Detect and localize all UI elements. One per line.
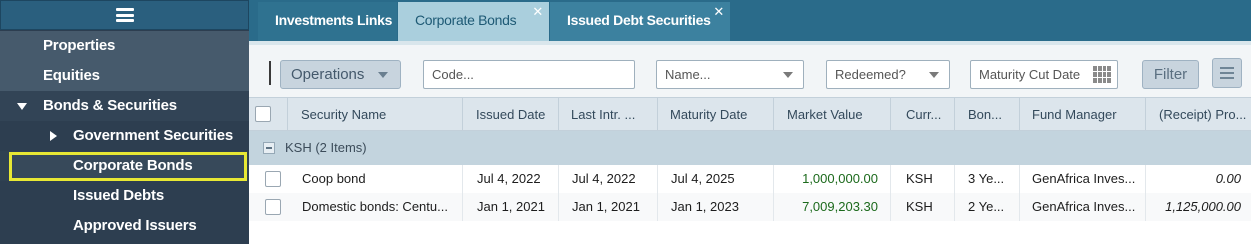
sidebar-item-label: Government Securities	[73, 127, 234, 144]
tab-investments-links[interactable]: Investments Links	[258, 2, 397, 41]
sidebar-item-issued-debts[interactable]: Issued Debts	[0, 181, 249, 211]
close-icon[interactable]: ✕	[713, 0, 724, 30]
tab-bar: Investments Links Corporate Bonds ✕ Issu…	[249, 0, 1251, 43]
column-header-security-name[interactable]: Security Name	[288, 98, 463, 131]
chevron-down-icon	[783, 72, 793, 78]
collapse-icon[interactable]	[263, 142, 275, 154]
menu-line-icon	[1220, 67, 1234, 69]
menu-line-icon	[1220, 72, 1234, 74]
triangle-right-icon	[50, 131, 57, 141]
cell-bond-term: 3 Ye...	[955, 165, 1020, 193]
sidebar-item-label: Approved Issuers	[73, 217, 197, 234]
name-placeholder: Name...	[665, 67, 711, 82]
sidebar-item-corporate-bonds[interactable]: Corporate Bonds	[0, 151, 249, 181]
corporate-bonds-grid: Security Name Issued Date Last Intr. ...…	[249, 97, 1251, 244]
sidebar-item-government-securities[interactable]: Government Securities	[0, 121, 249, 151]
sidebar-item-bonds-securities[interactable]: Bonds & Securities	[0, 91, 249, 121]
cell-receipt-proceeds: 0.00	[1215, 171, 1241, 186]
chevron-down-icon	[378, 72, 388, 78]
column-header-issued-date[interactable]: Issued Date	[463, 98, 559, 131]
row-checkbox[interactable]	[265, 199, 281, 215]
sidebar-item-label: Properties	[43, 37, 116, 54]
sidebar-item-approved-issuers[interactable]: Approved Issuers	[0, 211, 249, 241]
group-row-ksh[interactable]: KSH (2 Items)	[249, 131, 1251, 165]
cell-last-intr: Jul 4, 2022	[559, 165, 658, 193]
cell-security-name: Domestic bonds: Centu...	[288, 193, 463, 221]
redeemed-select[interactable]: Redeemed?	[826, 60, 950, 89]
menu-line-icon	[1220, 77, 1234, 79]
operations-label: Operations	[291, 66, 365, 83]
grid-header: Security Name Issued Date Last Intr. ...…	[249, 97, 1251, 131]
code-placeholder: Code...	[432, 67, 474, 82]
tab-label: Investments Links	[275, 12, 393, 28]
code-input[interactable]: Code...	[423, 60, 635, 89]
calendar-icon[interactable]	[1093, 66, 1111, 83]
redeemed-placeholder: Redeemed?	[835, 67, 906, 82]
cell-issued-date: Jul 4, 2022	[463, 165, 559, 193]
cell-security-name: Coop bond	[288, 165, 463, 193]
filter-button[interactable]: Filter	[1142, 60, 1199, 89]
toolbar-divider	[269, 61, 271, 85]
triangle-down-icon	[17, 103, 27, 110]
column-header-market-value[interactable]: Market Value	[774, 98, 891, 131]
tab-corporate-bonds[interactable]: Corporate Bonds ✕	[398, 2, 549, 43]
row-checkbox[interactable]	[265, 171, 281, 187]
select-all-checkbox[interactable]	[255, 106, 271, 122]
column-header-receipt-proceeds[interactable]: (Receipt) Pro...	[1146, 98, 1251, 131]
maturity-placeholder: Maturity Cut Date	[979, 67, 1081, 82]
cell-receipt-proceeds: 1,125,000.00	[1165, 199, 1241, 214]
sidebar-item-label: Bonds & Securities	[43, 97, 177, 114]
cell-issued-date: Jan 1, 2021	[463, 193, 559, 221]
cell-maturity-date: Jul 4, 2025	[658, 165, 774, 193]
sidebar-item-label: Corporate Bonds	[73, 157, 193, 174]
filter-label: Filter	[1153, 66, 1188, 83]
cell-market-value: 1,000,000.00	[774, 165, 891, 193]
cell-maturity-date: Jan 1, 2023	[658, 193, 774, 221]
cell-fund-manager: GenAfrica Inves...	[1020, 165, 1146, 193]
tab-label: Corporate Bonds	[415, 12, 517, 28]
sidebar-item-label: Issued Debts	[73, 187, 164, 204]
cell-currency: KSH	[891, 193, 955, 221]
column-menu-button[interactable]	[1212, 58, 1242, 88]
column-header-fund-manager[interactable]: Fund Manager	[1020, 98, 1146, 131]
chevron-down-icon	[929, 72, 939, 78]
header-select-all-cell	[249, 98, 288, 131]
sidebar: Properties Equities Bonds & Securities G…	[0, 0, 249, 244]
sidebar-item-label: Equities	[43, 67, 100, 84]
filter-toolbar: Operations Code... Name... Redeemed? Mat…	[249, 45, 1251, 97]
table-row[interactable]: Domestic bonds: Centu... Jan 1, 2021 Jan…	[249, 193, 1251, 221]
group-label: KSH (2 Items)	[285, 140, 367, 155]
cell-fund-manager: GenAfrica Inves...	[1020, 193, 1146, 221]
column-header-last-intr[interactable]: Last Intr. ...	[559, 98, 658, 131]
cell-bond-term: 2 Ye...	[955, 193, 1020, 221]
sidebar-toggle-button[interactable]	[0, 0, 249, 30]
column-header-currency[interactable]: Curr...	[891, 98, 955, 131]
table-row[interactable]: Coop bond Jul 4, 2022 Jul 4, 2022 Jul 4,…	[249, 165, 1251, 193]
tab-issued-debt-securities[interactable]: Issued Debt Securities ✕	[550, 2, 730, 41]
sidebar-item-properties[interactable]: Properties	[0, 31, 249, 61]
cell-last-intr: Jan 1, 2021	[559, 193, 658, 221]
hamburger-icon	[115, 8, 134, 22]
name-select[interactable]: Name...	[656, 60, 804, 89]
close-icon[interactable]: ✕	[532, 0, 543, 30]
column-header-bond-term[interactable]: Bon...	[955, 98, 1020, 131]
sidebar-item-equities[interactable]: Equities	[0, 61, 249, 91]
cell-currency: KSH	[891, 165, 955, 193]
cell-market-value: 7,009,203.30	[774, 193, 891, 221]
operations-dropdown[interactable]: Operations	[280, 60, 401, 89]
tab-label: Issued Debt Securities	[567, 12, 711, 28]
main-panel: Investments Links Corporate Bonds ✕ Issu…	[249, 0, 1251, 244]
column-header-maturity-date[interactable]: Maturity Date	[658, 98, 774, 131]
maturity-cut-date-input[interactable]: Maturity Cut Date	[970, 60, 1118, 89]
